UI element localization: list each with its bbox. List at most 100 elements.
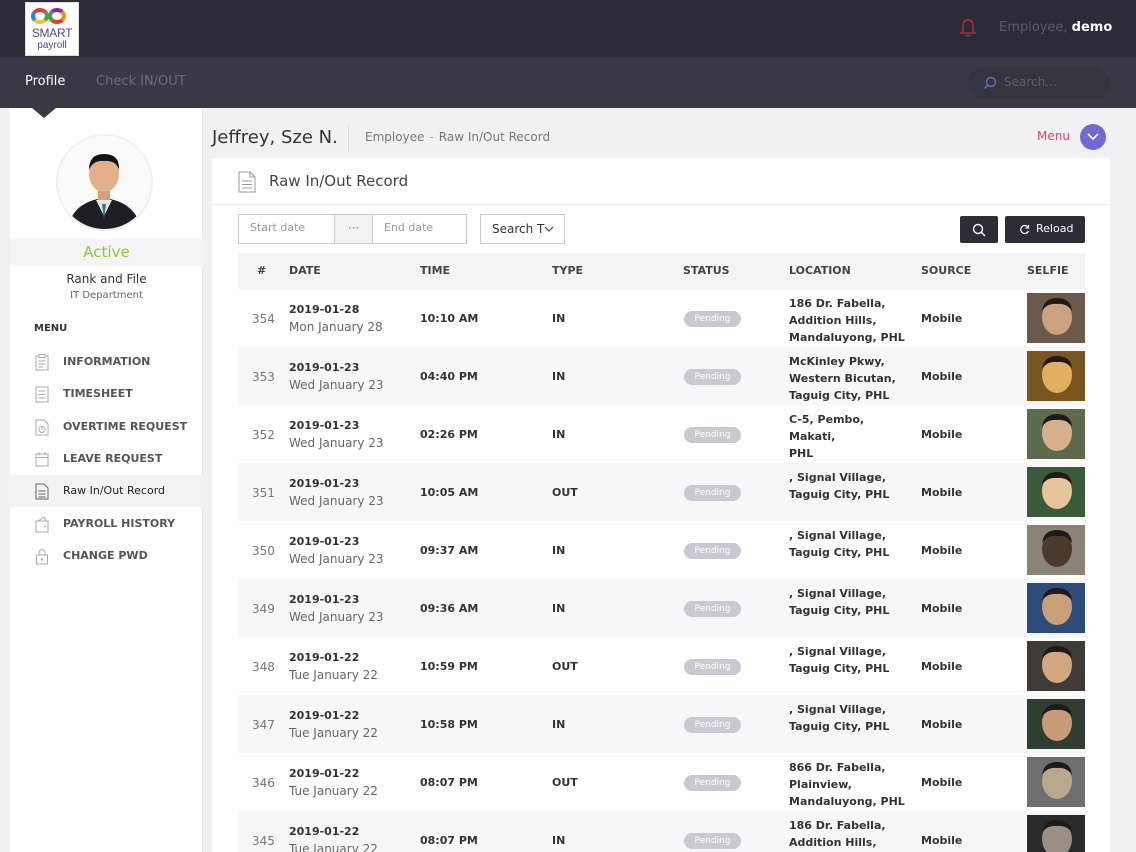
- active-tab-indicator: [32, 108, 56, 118]
- breadcrumb-item-current: Raw In/Out Record: [438, 130, 551, 144]
- nav-bar: Profile Check IN/OUT: [0, 57, 1136, 118]
- reload-button[interactable]: Reload: [1005, 216, 1085, 243]
- location-line: , Signal Village,: [789, 703, 886, 716]
- selfie-thumbnail[interactable]: [1027, 351, 1085, 401]
- column-header-source[interactable]: SOURCE: [921, 264, 971, 277]
- row-number: 349: [252, 602, 275, 616]
- table-row[interactable]: 353 2019-01-23 Wed January 23 04:40 PM IN Pen…: [238, 347, 1085, 405]
- tab-profile[interactable]: Profile: [25, 74, 65, 89]
- sidebar-item-change-pwd[interactable]: CHANGE PWD: [10, 540, 203, 572]
- table-row[interactable]: 347 2019-01-22 Tue January 22 10:58 PM IN Pen…: [238, 695, 1085, 753]
- refresh-icon: [1020, 224, 1030, 235]
- selfie-thumbnail[interactable]: [1027, 409, 1085, 459]
- location-line: 866 Dr. Fabella,: [789, 761, 886, 774]
- global-search-input[interactable]: [1004, 75, 1100, 89]
- breadcrumb-item-employee[interactable]: Employee: [365, 130, 424, 144]
- row-time: 10:58 PM: [420, 718, 478, 731]
- row-number: 345: [252, 834, 275, 848]
- end-date-input[interactable]: [384, 221, 464, 234]
- clipboard-icon: [35, 354, 49, 371]
- selfie-thumbnail[interactable]: [1027, 583, 1085, 633]
- row-date: 2019-01-23: [289, 535, 360, 548]
- table-row[interactable]: 352 2019-01-23 Wed January 23 02:26 PM IN Pen…: [238, 405, 1085, 463]
- sidebar-item-overtime-request[interactable]: OVERTIME REQUEST: [10, 411, 203, 443]
- row-location: 186 Dr. Fabella, Addition Hills, Mandaluyo…: [789, 295, 913, 346]
- column-header-status[interactable]: STATUS: [683, 264, 730, 277]
- location-line: Addition Hills,: [789, 836, 877, 849]
- row-number: 348: [252, 660, 275, 674]
- employee-status: Active: [83, 243, 130, 261]
- table-row[interactable]: 349 2019-01-23 Wed January 23 09:36 AM IN Pen…: [238, 579, 1085, 637]
- selfie-thumbnail[interactable]: [1027, 467, 1085, 517]
- status-badge: Pending: [684, 659, 741, 675]
- table-row[interactable]: 348 2019-01-22 Tue January 22 10:59 PM OUT Pe…: [238, 637, 1085, 695]
- row-day: Wed January 23: [289, 436, 384, 450]
- location-line: PHL: [789, 447, 814, 460]
- card-title: Raw In/Out Record: [269, 172, 409, 190]
- table-row[interactable]: 354 2019-01-28 Mon January 28 10:10 AM IN Pen…: [238, 289, 1085, 347]
- tab-check-in-out[interactable]: Check IN/OUT: [96, 74, 186, 89]
- selfie-thumbnail[interactable]: [1027, 293, 1085, 343]
- sidebar-item-label: CHANGE PWD: [63, 549, 148, 562]
- raw-record-table: # DATE TIME TYPE STATUS LOCATION SOURCE …: [238, 253, 1085, 852]
- user-menu[interactable]: Employee, demo: [999, 20, 1112, 35]
- chevron-down-icon: [544, 226, 554, 232]
- sidebar-item-information[interactable]: INFORMATION: [10, 346, 203, 378]
- location-line: Taguig City, PHL: [789, 389, 890, 402]
- search-type-select[interactable]: Search T: [480, 214, 565, 244]
- sidebar-item-timesheet[interactable]: TIMESHEET: [10, 378, 203, 410]
- table-row[interactable]: 346 2019-01-22 Tue January 22 08:07 PM OUT Pe…: [238, 753, 1085, 811]
- table-row[interactable]: 350 2019-01-23 Wed January 23 09:37 AM IN Pen…: [238, 521, 1085, 579]
- chevron-down-icon: [1087, 133, 1099, 141]
- bell-icon[interactable]: [959, 18, 977, 38]
- logo-text: SMART: [31, 26, 73, 40]
- global-search[interactable]: [968, 67, 1110, 99]
- list-icon: [35, 386, 49, 403]
- sidebar-item-payroll-history[interactable]: PAYROLL HISTORY: [10, 508, 203, 540]
- start-date-input[interactable]: [250, 221, 330, 234]
- top-bar: SMART payroll Employee, demo: [0, 0, 1136, 57]
- row-number: 346: [252, 776, 275, 790]
- row-date: 2019-01-23: [289, 361, 360, 374]
- column-header-type[interactable]: TYPE: [552, 264, 583, 277]
- table-row[interactable]: 351 2019-01-23 Wed January 23 10:05 AM OUT Pe…: [238, 463, 1085, 521]
- sidebar-item-label: PAYROLL HISTORY: [63, 517, 176, 530]
- raw-record-card: Raw In/Out Record ··· Search T Reload # …: [212, 158, 1110, 852]
- smart-payroll-logo[interactable]: SMART payroll: [25, 2, 79, 56]
- sidebar-item-raw-in-out-record[interactable]: Raw In/Out Record: [10, 475, 203, 507]
- page-menu-label[interactable]: Menu: [1037, 129, 1070, 143]
- page-menu-button[interactable]: [1080, 124, 1106, 150]
- row-source: Mobile: [921, 370, 963, 383]
- column-header-location[interactable]: LOCATION: [789, 264, 851, 277]
- selfie-thumbnail[interactable]: [1027, 525, 1085, 575]
- row-time: 10:05 AM: [420, 486, 479, 499]
- selfie-thumbnail[interactable]: [1027, 757, 1085, 807]
- row-source: Mobile: [921, 602, 963, 615]
- sidebar-item-leave-request[interactable]: LEAVE REQUEST: [10, 443, 203, 475]
- location-line: Taguig City, PHL: [789, 546, 890, 559]
- row-location: , Signal Village, Taguig City, PHL: [789, 527, 913, 561]
- row-time: 02:26 PM: [420, 428, 478, 441]
- column-header-time[interactable]: TIME: [420, 264, 450, 277]
- location-line: Western Bicutan,: [789, 372, 896, 385]
- row-number: 347: [252, 718, 275, 732]
- row-date: 2019-01-23: [289, 477, 360, 490]
- table-row[interactable]: 345 2019-01-22 Tue January 22 08:07 PM IN Pen…: [238, 811, 1085, 852]
- column-header-date[interactable]: DATE: [289, 264, 321, 277]
- status-badge: Pending: [684, 369, 741, 385]
- document-icon: [238, 171, 256, 193]
- search-button[interactable]: [960, 216, 998, 243]
- calendar-icon: [35, 452, 49, 467]
- location-line: , Signal Village,: [789, 529, 886, 542]
- column-header-number: #: [257, 264, 267, 277]
- selfie-thumbnail[interactable]: [1027, 641, 1085, 691]
- row-location: , Signal Village, Taguig City, PHL: [789, 701, 913, 735]
- row-time: 09:36 AM: [420, 602, 479, 615]
- search-type-value: Search T: [492, 222, 545, 236]
- selfie-thumbnail[interactable]: [1027, 699, 1085, 749]
- status-badge: Pending: [684, 717, 741, 733]
- status-badge: Pending: [684, 311, 741, 327]
- document-clock-icon: [35, 419, 49, 436]
- selfie-thumbnail[interactable]: [1027, 815, 1085, 852]
- employee-department: IT Department: [70, 290, 143, 301]
